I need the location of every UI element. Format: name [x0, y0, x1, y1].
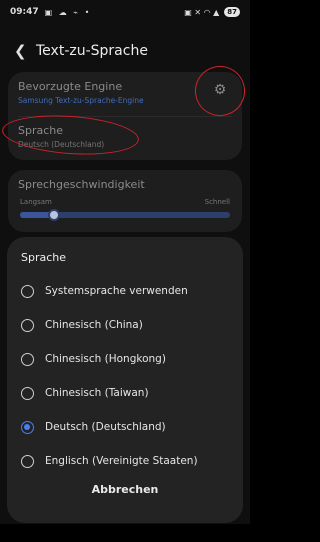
- speech-rate-labels: Langsam Schnell: [20, 198, 230, 206]
- slow-label: Langsam: [20, 198, 52, 206]
- status-bar: 09:47 ▣ ☁ ⌁ • ▣ ✕ ◠ ▲ 87: [0, 0, 250, 24]
- navigation-bar: [0, 524, 250, 542]
- engine-title[interactable]: Bevorzugte Engine: [18, 80, 122, 93]
- engine-language-card: Bevorzugte Engine Samsung Text-zu-Sprach…: [8, 72, 242, 160]
- radio-button-selected[interactable]: [21, 420, 34, 434]
- radio-button[interactable]: [21, 454, 34, 468]
- option-label: Deutsch (Deutschland): [45, 421, 166, 433]
- app-header: ❮ Text-zu-Sprache: [0, 36, 250, 66]
- option-label: Chinesisch (Taiwan): [45, 387, 149, 399]
- fast-label: Schnell: [204, 198, 230, 206]
- option-german-germany[interactable]: Deutsch (Deutschland): [7, 411, 243, 443]
- status-time: 09:47: [10, 7, 39, 17]
- status-right-group: ▣ ✕ ◠ ▲ 87: [184, 7, 240, 17]
- speech-rate-slider[interactable]: [20, 209, 230, 221]
- card-divider: [18, 116, 232, 117]
- battery-icon: 87: [224, 7, 240, 17]
- option-label: Chinesisch (Hongkong): [45, 353, 166, 365]
- language-dialog: Sprache Systemsprache verwenden Chinesis…: [7, 237, 243, 523]
- option-chinese-china[interactable]: Chinesisch (China): [7, 309, 243, 341]
- gear-icon[interactable]: ⚙: [210, 80, 230, 100]
- radio-button[interactable]: [21, 318, 34, 332]
- status-notification-icons: ▣ ☁ ⌁ •: [44, 7, 92, 17]
- radio-button[interactable]: [21, 284, 34, 298]
- option-label: Englisch (Vereinigte Staaten): [45, 455, 198, 467]
- dialog-title: Sprache: [21, 251, 67, 264]
- option-english-us[interactable]: Englisch (Vereinigte Staaten): [7, 445, 243, 477]
- option-chinese-hongkong[interactable]: Chinesisch (Hongkong): [7, 343, 243, 375]
- back-arrow-icon[interactable]: ❮: [14, 42, 36, 60]
- option-chinese-taiwan[interactable]: Chinesisch (Taiwan): [7, 377, 243, 409]
- radio-button[interactable]: [21, 352, 34, 366]
- engine-value: Samsung Text-zu-Sprache-Engine: [18, 96, 144, 105]
- page-title: Text-zu-Sprache: [36, 43, 148, 59]
- radio-button[interactable]: [21, 386, 34, 400]
- screen: 09:47 ▣ ☁ ⌁ • ▣ ✕ ◠ ▲ 87 ❮ Text-zu-Sprac…: [0, 0, 250, 542]
- language-title[interactable]: Sprache: [18, 124, 63, 137]
- option-label: Chinesisch (China): [45, 319, 143, 331]
- option-label: Systemsprache verwenden: [45, 285, 188, 297]
- option-system-language[interactable]: Systemsprache verwenden: [7, 275, 243, 307]
- status-system-icons: ▣ ✕ ◠ ▲: [184, 7, 220, 17]
- speech-rate-title: Sprechgeschwindigkeit: [18, 178, 145, 191]
- language-value: Deutsch (Deutschland): [18, 140, 105, 149]
- slider-thumb[interactable]: [48, 209, 60, 221]
- speech-rate-card: Sprechgeschwindigkeit Langsam Schnell: [8, 170, 242, 232]
- cancel-button[interactable]: Abbrechen: [7, 483, 243, 496]
